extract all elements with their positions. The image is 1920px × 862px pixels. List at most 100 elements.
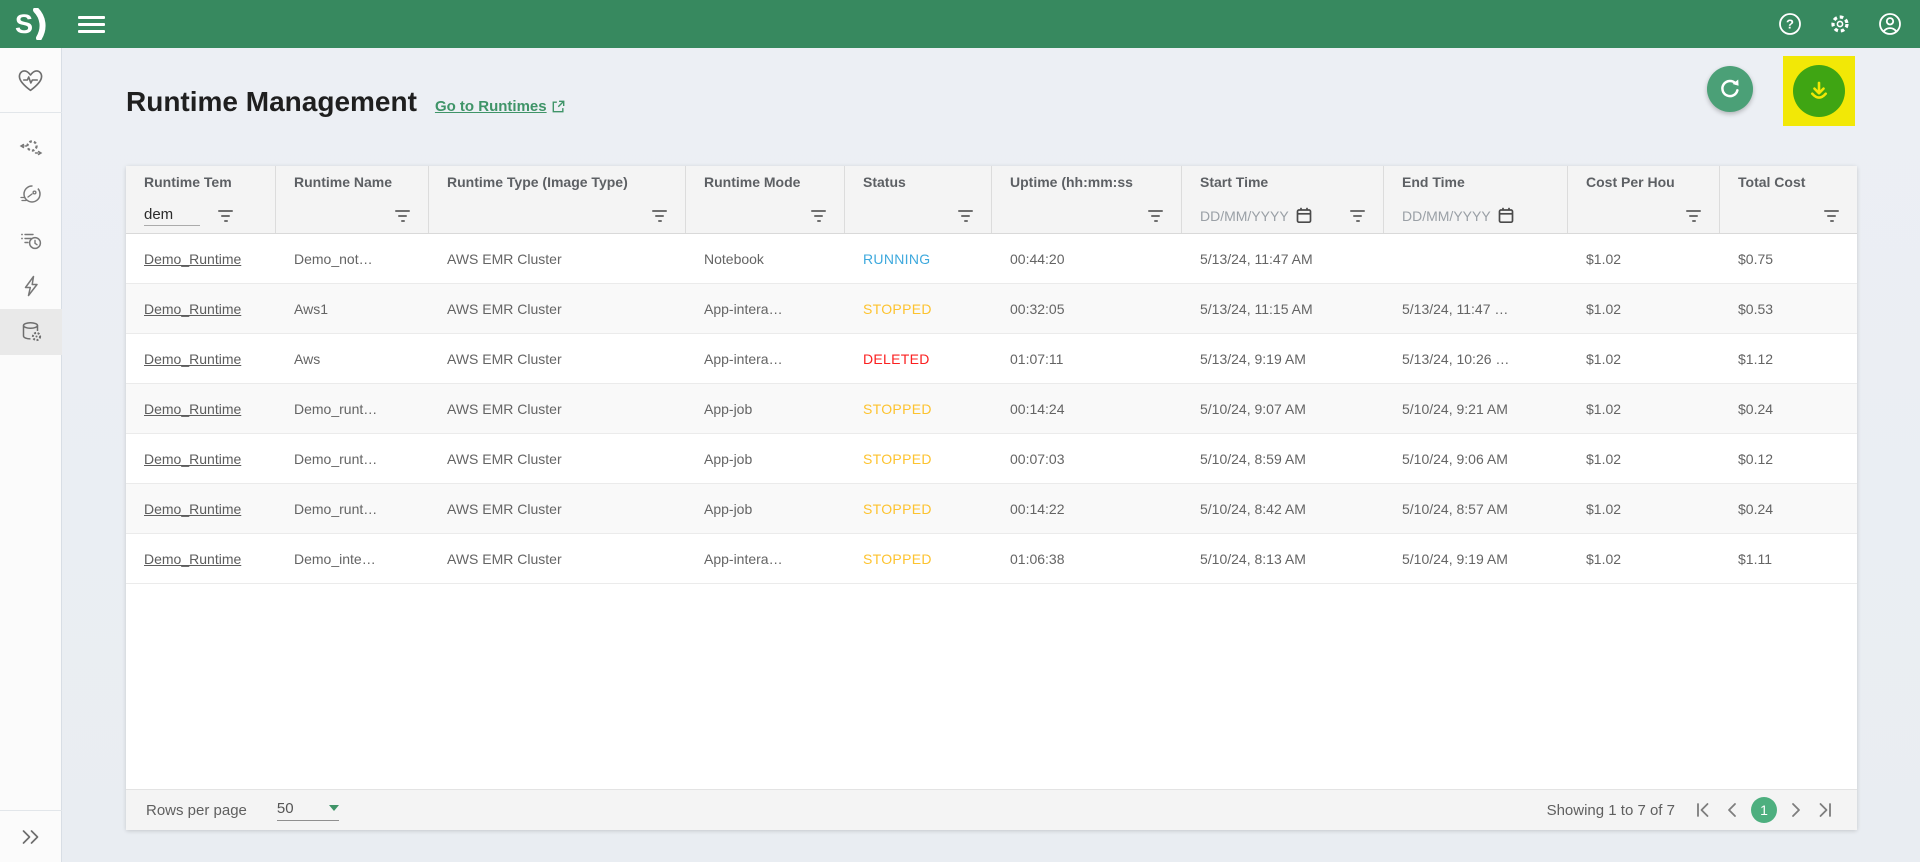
filter-cell-uptime <box>992 198 1182 233</box>
date-filter-end-time[interactable]: DD/MM/YYYY <box>1402 207 1514 224</box>
rows-per-page-select[interactable]: 50 <box>277 800 339 821</box>
runtime-template-link[interactable]: Demo_Runtime <box>144 301 241 317</box>
cell-value: App-intera… <box>704 551 783 567</box>
logo-stroke-icon <box>33 8 47 40</box>
account-icon[interactable] <box>1878 12 1902 36</box>
cell-status: RUNNING <box>845 251 992 267</box>
date-filter-start-time[interactable]: DD/MM/YYYY <box>1200 207 1312 224</box>
database-gear-icon <box>19 320 43 344</box>
app-logo[interactable]: S <box>0 8 62 40</box>
cell-value: 5/10/24, 8:42 AM <box>1200 501 1306 517</box>
paginator: 1 <box>1691 797 1837 823</box>
cell-runtime-template: Demo_Runtime <box>126 351 276 367</box>
cell-value: App-job <box>704 501 752 517</box>
column-header-end-time[interactable]: End Time <box>1384 166 1568 198</box>
table-row: Demo_RuntimeDemo_runt…AWS EMR ClusterApp… <box>126 384 1857 434</box>
next-page-button[interactable] <box>1785 799 1807 821</box>
column-header-cost-per-hour[interactable]: Cost Per Hou <box>1568 166 1720 198</box>
column-label-start-time: Start Time <box>1200 174 1383 190</box>
runtime-template-link[interactable]: Demo_Runtime <box>144 501 241 517</box>
top-bar: S ? <box>0 0 1920 48</box>
cell-value: AWS EMR Cluster <box>447 551 562 567</box>
sidebar-item-performance[interactable] <box>0 171 62 217</box>
go-to-runtimes-link[interactable]: Go to Runtimes <box>435 98 565 115</box>
filter-icon-start-time[interactable] <box>1350 210 1365 222</box>
cell-value: $1.12 <box>1738 351 1773 367</box>
lightning-icon <box>19 274 43 298</box>
column-header-uptime[interactable]: Uptime (hh:mm:ss <box>992 166 1182 198</box>
sidebar-expand-button[interactable] <box>0 810 62 862</box>
current-page-button[interactable]: 1 <box>1751 797 1777 823</box>
filter-icon-uptime[interactable] <box>1148 210 1163 222</box>
runtime-template-link[interactable]: Demo_Runtime <box>144 401 241 417</box>
runtime-template-link[interactable]: Demo_Runtime <box>144 551 241 567</box>
sidebar-item-runtime-management[interactable] <box>0 309 62 355</box>
cell-value: $0.24 <box>1738 401 1773 417</box>
column-label-runtime-name: Runtime Name <box>294 174 428 190</box>
cell-value: 5/10/24, 9:21 AM <box>1402 401 1508 417</box>
cell-total-cost: $0.75 <box>1720 251 1857 267</box>
filter-icon-cost-per-hour[interactable] <box>1686 210 1701 222</box>
cell-value: 5/10/24, 8:59 AM <box>1200 451 1306 467</box>
cell-runtime-type: AWS EMR Cluster <box>429 351 686 367</box>
sidebar-item-pipelines[interactable] <box>0 125 62 171</box>
cell-runtime-template: Demo_Runtime <box>126 501 276 517</box>
calendar-icon[interactable] <box>1296 207 1312 224</box>
column-header-runtime-template[interactable]: Runtime Tem <box>126 166 276 198</box>
runtime-template-link[interactable]: Demo_Runtime <box>144 251 241 267</box>
filter-input-runtime-template[interactable]: dem <box>144 206 200 226</box>
cell-runtime-type: AWS EMR Cluster <box>429 551 686 567</box>
last-page-button[interactable] <box>1815 799 1837 821</box>
cell-value: $1.02 <box>1586 301 1621 317</box>
cell-uptime: 00:44:20 <box>992 251 1182 267</box>
cell-cost-per-hour: $1.02 <box>1568 551 1720 567</box>
runtime-template-link[interactable]: Demo_Runtime <box>144 451 241 467</box>
cell-runtime-template: Demo_Runtime <box>126 451 276 467</box>
cell-value: $1.11 <box>1738 551 1772 567</box>
cell-runtime-mode: App-job <box>686 451 845 467</box>
refresh-button[interactable] <box>1707 66 1753 112</box>
filter-cell-total-cost <box>1720 198 1857 233</box>
column-header-runtime-name[interactable]: Runtime Name <box>276 166 429 198</box>
column-header-runtime-mode[interactable]: Runtime Mode <box>686 166 845 198</box>
filter-cell-runtime-mode <box>686 198 845 233</box>
column-header-status[interactable]: Status <box>845 166 992 198</box>
cell-value: 5/10/24, 8:57 AM <box>1402 501 1508 517</box>
previous-page-button[interactable] <box>1721 799 1743 821</box>
column-header-total-cost[interactable]: Total Cost <box>1720 166 1857 198</box>
cell-runtime-type: AWS EMR Cluster <box>429 451 686 467</box>
filter-icon-status[interactable] <box>958 210 973 222</box>
download-button[interactable] <box>1793 65 1845 117</box>
filter-icon-runtime-mode[interactable] <box>811 210 826 222</box>
cell-value: $1.02 <box>1586 351 1621 367</box>
filter-icon-runtime-name[interactable] <box>395 210 410 222</box>
download-button-highlight <box>1783 56 1855 126</box>
sidebar-item-tasks[interactable] <box>0 217 62 263</box>
cell-cost-per-hour: $1.02 <box>1568 351 1720 367</box>
date-placeholder-end-time: DD/MM/YYYY <box>1402 208 1491 224</box>
runtime-template-link[interactable]: Demo_Runtime <box>144 351 241 367</box>
cell-runtime-type: AWS EMR Cluster <box>429 501 686 517</box>
sidebar-item-jobs[interactable] <box>0 263 62 309</box>
column-header-start-time[interactable]: Start Time <box>1182 166 1384 198</box>
status-badge: DELETED <box>863 351 930 367</box>
calendar-icon[interactable] <box>1498 207 1514 224</box>
cell-value: Demo_not… <box>294 251 373 267</box>
cell-value: 5/10/24, 9:19 AM <box>1402 551 1508 567</box>
settings-icon[interactable] <box>1828 12 1852 36</box>
first-page-button[interactable] <box>1691 799 1713 821</box>
sidebar-item-health[interactable] <box>0 48 62 112</box>
filter-icon-runtime-type[interactable] <box>652 210 667 222</box>
cell-value: AWS EMR Cluster <box>447 451 562 467</box>
cell-runtime-name: Demo_runt… <box>276 401 429 417</box>
cell-cost-per-hour: $1.02 <box>1568 501 1720 517</box>
column-label-runtime-mode: Runtime Mode <box>704 174 844 190</box>
cell-uptime: 01:07:11 <box>992 351 1182 367</box>
filter-icon-total-cost[interactable] <box>1824 210 1839 222</box>
column-header-runtime-type[interactable]: Runtime Type (Image Type) <box>429 166 686 198</box>
help-icon[interactable]: ? <box>1778 12 1802 36</box>
menu-icon[interactable] <box>78 16 105 33</box>
cell-runtime-mode: App-job <box>686 401 845 417</box>
filter-icon-runtime-template[interactable] <box>218 210 233 222</box>
cell-value: $1.02 <box>1586 551 1621 567</box>
